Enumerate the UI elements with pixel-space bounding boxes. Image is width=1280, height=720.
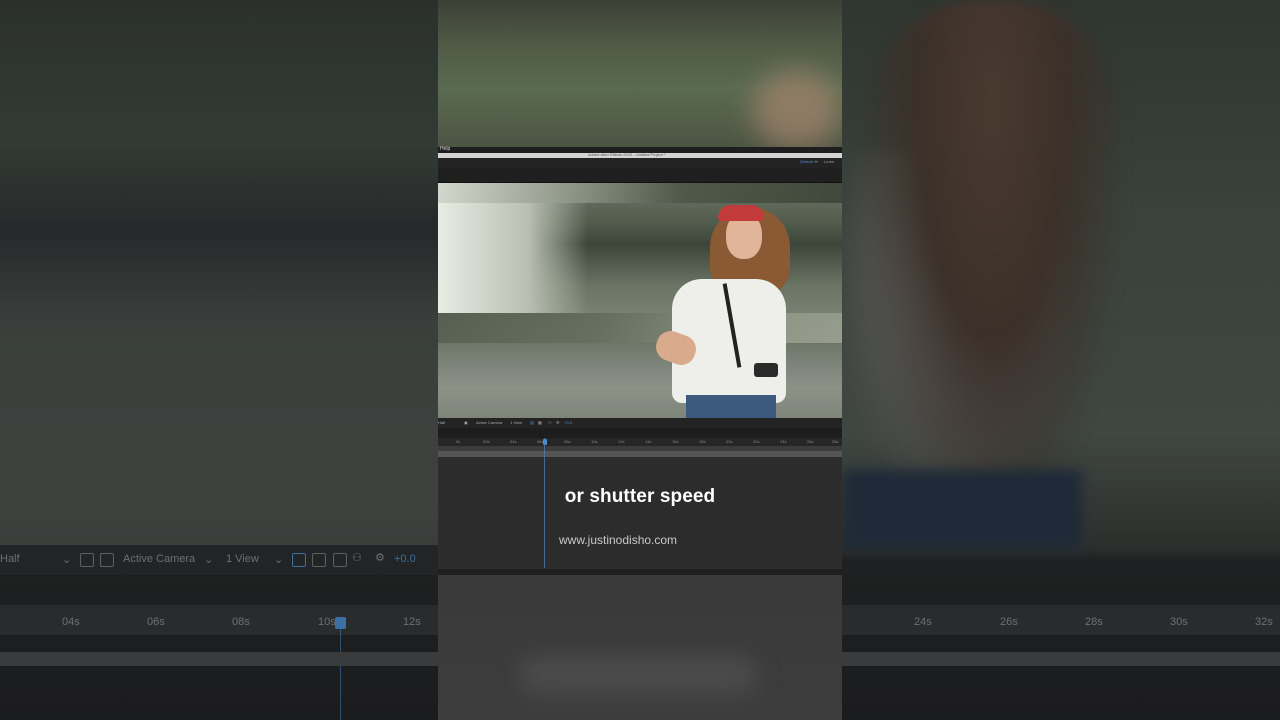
left-playhead <box>335 617 346 629</box>
exposure-value[interactable]: +0.0 <box>564 420 572 425</box>
blurred-glow <box>518 655 758 695</box>
workspace-learn[interactable]: Learn <box>824 159 834 164</box>
fast-preview-icon[interactable]: ▤ <box>530 420 534 425</box>
center-video-column: Help Adobe After Effects 2020 - Untitled… <box>438 0 842 720</box>
left-transparency-icon <box>100 553 114 567</box>
right-tick: 32s <box>1255 616 1273 628</box>
left-gear-icon: ⚙ <box>375 552 385 564</box>
subject-jeans <box>686 395 776 418</box>
ruler-tick: 28s <box>832 439 839 444</box>
left-resolution-label: Half <box>0 553 20 565</box>
ruler-tick: 22s <box>753 439 760 444</box>
video-caption: or shutter speed <box>564 486 716 507</box>
right-blurred-hair <box>862 0 1122 520</box>
ruler-tick: 0s <box>456 439 461 444</box>
subject-camera <box>754 363 778 377</box>
left-chevron-down-icon: ⌄ <box>204 554 214 566</box>
right-tick: 30s <box>1170 616 1188 628</box>
right-blurred-background: 24s 26s 28s 30s 32s <box>842 0 1280 720</box>
ruler-tick: 24s <box>780 439 787 444</box>
ruler-tick: 16s <box>672 439 679 444</box>
top-blurred-preview <box>438 0 842 150</box>
motion-blur-streak <box>438 183 842 203</box>
left-track-bar <box>0 652 438 666</box>
right-tick: 24s <box>914 616 932 628</box>
ruler-tick: 02s <box>483 439 490 444</box>
left-tick: 12s <box>403 616 421 628</box>
ruler-tick: 12s <box>618 439 625 444</box>
left-fast-preview-icon <box>292 553 306 567</box>
ruler-tick: 10s <box>591 439 598 444</box>
blurred-skin-tone <box>752 70 842 150</box>
camera-dropdown[interactable]: Active Camera <box>476 420 502 425</box>
ruler-tick: 04s <box>510 439 517 444</box>
workspace-default[interactable]: Default <box>800 159 813 164</box>
workspace-more-icon[interactable]: ≫ <box>814 159 818 164</box>
bottom-blurred-area <box>438 575 842 720</box>
grid-icon[interactable]: ▣ <box>464 420 468 425</box>
left-camera-label: Active Camera <box>123 553 196 565</box>
left-chevron-down-icon: ⌄ <box>62 554 72 566</box>
workspace-toolbar: Default ≫ Learn <box>438 158 842 168</box>
left-tick: 06s <box>147 616 165 628</box>
ruler-tick: 14s <box>645 439 652 444</box>
menu-help[interactable]: Help <box>440 146 450 152</box>
gear-icon[interactable]: ⚙ <box>556 420 560 425</box>
left-flowchart-icon: ⚇ <box>352 552 362 564</box>
ruler-tick: 20s <box>726 439 733 444</box>
right-track-bar <box>842 652 1280 666</box>
timeline-layer-area <box>438 457 842 569</box>
ruler-tick: 26s <box>807 439 814 444</box>
resolution-dropdown[interactable]: Half <box>438 420 445 425</box>
snapshot-icon[interactable]: ▦ <box>538 420 542 425</box>
left-toggle-mask-icon <box>312 553 326 567</box>
right-time-ruler <box>842 605 1280 635</box>
views-dropdown[interactable]: 1 View <box>510 420 522 425</box>
ruler-tick: 18s <box>699 439 706 444</box>
flowchart-icon[interactable]: ⚇ <box>548 420 552 425</box>
left-views-label: 1 View <box>226 553 259 565</box>
left-exposure-value: +0.0 <box>394 553 416 565</box>
window-title: Adobe After Effects 2020 - Untitled Proj… <box>588 152 666 157</box>
website-watermark: www.justinodisho.com <box>559 533 678 547</box>
left-blurred-background: Half ⌄ Active Camera ⌄ 1 View ⌄ ⚇ ⚙ +0.0… <box>0 0 438 720</box>
left-tick: 10s <box>318 616 336 628</box>
left-playhead-line <box>340 629 341 720</box>
composition-viewer[interactable] <box>438 183 842 418</box>
motion-blur-window-light <box>438 203 588 313</box>
left-tick: 04s <box>62 616 80 628</box>
viewer-control-bar: Half ▣ Active Camera 1 View ▤ ▦ ⚇ ⚙ +0.0 <box>438 418 842 428</box>
left-chevron-down-icon: ⌄ <box>274 554 284 566</box>
subject-red-beanie <box>718 205 764 221</box>
right-blurred-jeans <box>842 470 1082 550</box>
left-grid-icon <box>80 553 94 567</box>
timeline-panel-header <box>438 428 842 438</box>
composition-panel-header <box>438 168 842 183</box>
right-tick: 28s <box>1085 616 1103 628</box>
ruler-tick: 08s <box>564 439 571 444</box>
left-tick: 08s <box>232 616 250 628</box>
left-snapshot-icon <box>333 553 347 567</box>
right-tick: 26s <box>1000 616 1018 628</box>
timeline-ruler[interactable]: 0s 02s 04s 06s 08s 10s 12s 14s 16s 18s 2… <box>438 438 842 446</box>
